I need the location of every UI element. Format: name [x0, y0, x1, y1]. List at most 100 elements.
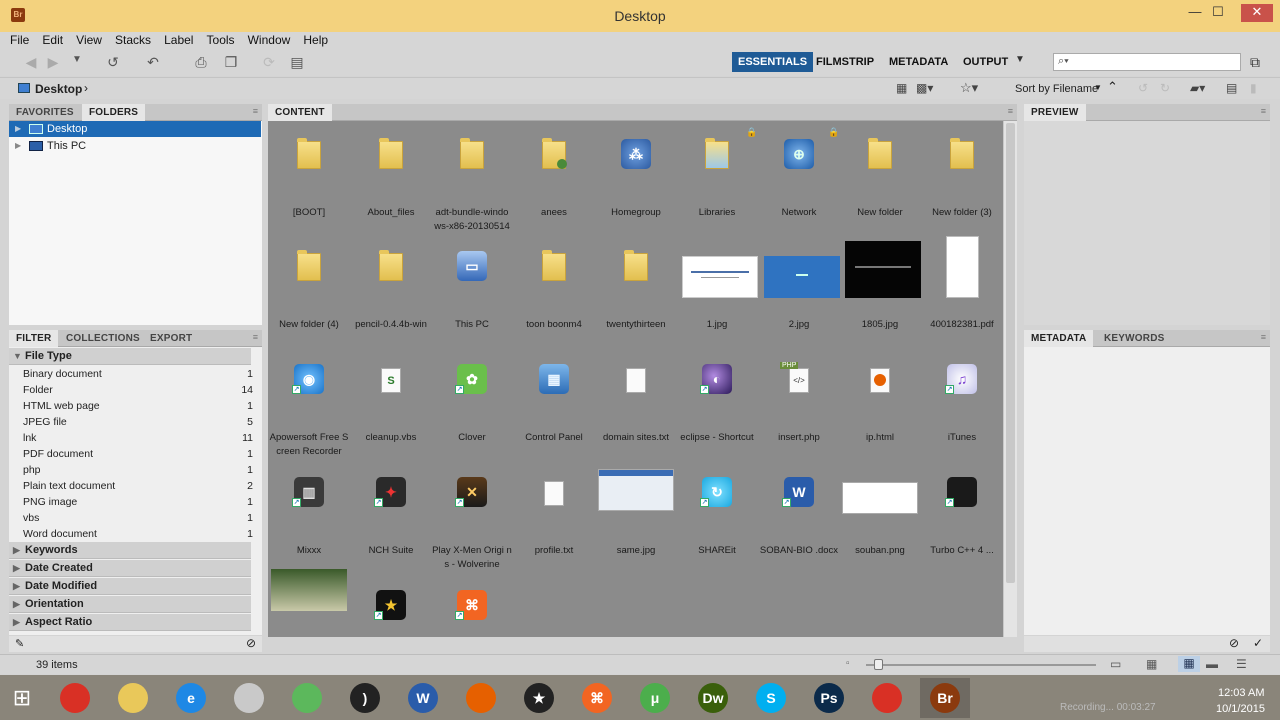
panel-menu-icon[interactable]: ≡ [1261, 106, 1266, 116]
filter-row[interactable]: lnk 11 [23, 430, 253, 446]
chrome-icon[interactable] [862, 678, 912, 718]
content-item[interactable]: 🔒 Libraries [676, 121, 758, 233]
content-item[interactable]: New folder (3) [921, 121, 1003, 233]
filter-header-date-modified[interactable]: ▶ Date Modified [9, 578, 251, 595]
new-folder-icon[interactable]: ▤ [1226, 81, 1237, 95]
star-rating-icon[interactable]: ☆▾ [960, 80, 978, 96]
sort-dropdown[interactable]: Sort by Filename [1015, 83, 1098, 95]
windows-start-icon[interactable]: ⊞ [8, 685, 36, 711]
thumbnail-size-slider[interactable] [866, 664, 1096, 666]
menu-label[interactable]: Label [164, 32, 193, 49]
filter-row[interactable]: Word document 1 [23, 526, 253, 542]
tab-export[interactable]: EXPORT [143, 330, 199, 347]
delete-icon[interactable]: ▮ [1250, 81, 1257, 95]
pin-icon[interactable]: ✎ [15, 637, 24, 650]
content-item[interactable]: toon boonm4 [513, 233, 595, 345]
zoom-out-icon[interactable]: ▫ [846, 658, 850, 669]
filter-row[interactable]: JPEG file 5 [23, 414, 253, 430]
content-item[interactable]: same.jpg [595, 459, 677, 571]
paint-icon[interactable] [224, 678, 274, 718]
maximize-icon[interactable]: ☐ [1207, 4, 1229, 22]
refine-icon[interactable]: ❐ [222, 54, 240, 72]
content-item[interactable]: [BOOT] [268, 121, 350, 233]
content-item[interactable]: 400182381.pdf [921, 233, 1003, 345]
clock-time[interactable]: 12:03 AM [1218, 687, 1264, 699]
content-item[interactable]: ↗ Turbo C++ 4 ... [921, 459, 1003, 571]
content-item[interactable]: ▦ Control Panel [513, 346, 595, 458]
search-input[interactable]: ⌕▾ [1053, 53, 1241, 71]
content-item[interactable]: 1.jpg [676, 233, 758, 345]
audio-icon[interactable]: ) [340, 678, 390, 718]
menu-view[interactable]: View [76, 32, 102, 49]
firefox-icon[interactable] [456, 678, 506, 718]
panel-menu-icon[interactable]: ≡ [1261, 332, 1266, 342]
content-item[interactable]: ▥ ↗ Mixxx [268, 459, 350, 571]
tab-metadata[interactable]: METADATA [1024, 330, 1094, 347]
filter-row[interactable]: vbs 1 [23, 510, 253, 526]
open-folder-icon[interactable]: ▰▾ [1190, 81, 1205, 95]
filter-header-date-created[interactable]: ▶ Date Created [9, 560, 251, 577]
lock-grid-icon[interactable]: ▦ [1146, 657, 1157, 671]
filter-row[interactable]: Folder 14 [23, 382, 253, 398]
content-item[interactable]: ✕ ↗ Play X-Men Origi ns - Wolverine [431, 459, 513, 571]
content-item[interactable]: W ↗ SOBAN-BIO .docx [758, 459, 840, 571]
content-item[interactable]: domain sites.txt [595, 346, 677, 458]
content-item[interactable]: ♫ ↗ iTunes [921, 346, 1003, 458]
filter-row[interactable]: Plain text document 2 [23, 478, 253, 494]
menu-file[interactable]: File [10, 32, 29, 49]
breadcrumb-chevron-icon[interactable]: › [84, 81, 88, 95]
content-item[interactable]: ↻ ↗ SHAREit [676, 459, 758, 571]
content-item[interactable]: New folder (4) [268, 233, 350, 345]
content-scrollbar[interactable] [1003, 121, 1017, 637]
content-item[interactable]: souban.png [839, 459, 921, 571]
content-item[interactable]: anees [513, 121, 595, 233]
view-list-icon[interactable]: ☰ [1236, 657, 1247, 671]
filter-row[interactable]: php 1 [23, 462, 253, 478]
close-icon[interactable]: ✕ [1241, 4, 1273, 22]
menu-edit[interactable]: Edit [42, 32, 63, 49]
content-item[interactable]: adt-bundle-windo ws-x86-20130514 [431, 121, 513, 233]
filter-header-file-type[interactable]: ▼ File Type [9, 348, 251, 365]
content-item[interactable]: ⁂ Homegroup [595, 121, 677, 233]
filter-row[interactable]: PDF document 1 [23, 446, 253, 462]
ie-icon[interactable]: e [166, 678, 216, 718]
xampp-icon[interactable]: ⌘ [572, 678, 622, 718]
tab-keywords[interactable]: KEYWORDS [1097, 330, 1172, 347]
clover-icon[interactable] [282, 678, 332, 718]
quality-icon[interactable]: ▦ [896, 81, 907, 95]
menu-tools[interactable]: Tools [207, 32, 235, 49]
panel-menu-icon[interactable]: ≡ [253, 332, 258, 342]
content-item[interactable]: ◉ ↗ Apowersoft Free Screen Recorder [268, 346, 350, 458]
filter-row[interactable]: HTML web page 1 [23, 398, 253, 414]
slider-handle[interactable] [874, 659, 883, 670]
filter-header-orientation[interactable]: ▶ Orientation [9, 596, 251, 613]
content-item[interactable]: ⊕ 🔒 Network [758, 121, 840, 233]
content-item[interactable]: pencil-0.4.4b-win [350, 233, 432, 345]
rotate-right-icon[interactable]: ↻ [1160, 81, 1170, 95]
content-item[interactable]: Scleanup.vbs [350, 346, 432, 458]
movie-icon[interactable]: ★ [514, 678, 564, 718]
open-recent-icon[interactable]: ▤ [288, 54, 306, 72]
view-details-icon[interactable]: ▬ [1206, 657, 1218, 671]
content-item[interactable]: ip.html [839, 346, 921, 458]
content-item[interactable]: ✦ ↗ NCH Suite [350, 459, 432, 571]
panel-menu-icon[interactable]: ≡ [253, 106, 258, 116]
bridge-icon[interactable]: Br [920, 678, 970, 718]
breadcrumb[interactable]: Desktop [35, 82, 82, 96]
filter-header-aspect-ratio[interactable]: ▶ Aspect Ratio [9, 614, 251, 631]
content-item[interactable]: twentythirteen [595, 233, 677, 345]
reveal-recent-icon[interactable]: ↺ [104, 54, 122, 72]
menu-help[interactable]: Help [303, 32, 328, 49]
filter-row[interactable]: PNG image 1 [23, 494, 253, 510]
back-arrow-icon[interactable]: ◀ [22, 54, 40, 72]
clock-date[interactable]: 10/1/2015 [1216, 703, 1265, 715]
minimize-icon[interactable]: — [1184, 4, 1206, 22]
forward-arrow-icon[interactable]: ▶ [44, 54, 62, 72]
filter-row[interactable]: Binary document 1 [23, 366, 253, 382]
utorrent-icon[interactable]: μ [630, 678, 680, 718]
content-item[interactable]: ✿ ↗ Clover [431, 346, 513, 458]
boomerang-icon[interactable]: ↶ [144, 54, 162, 72]
zoom-in-icon[interactable]: ▭ [1110, 657, 1121, 671]
filter-items-icon[interactable]: ▩▾ [916, 81, 933, 95]
expand-triangle-icon[interactable]: ▶ [15, 138, 21, 154]
